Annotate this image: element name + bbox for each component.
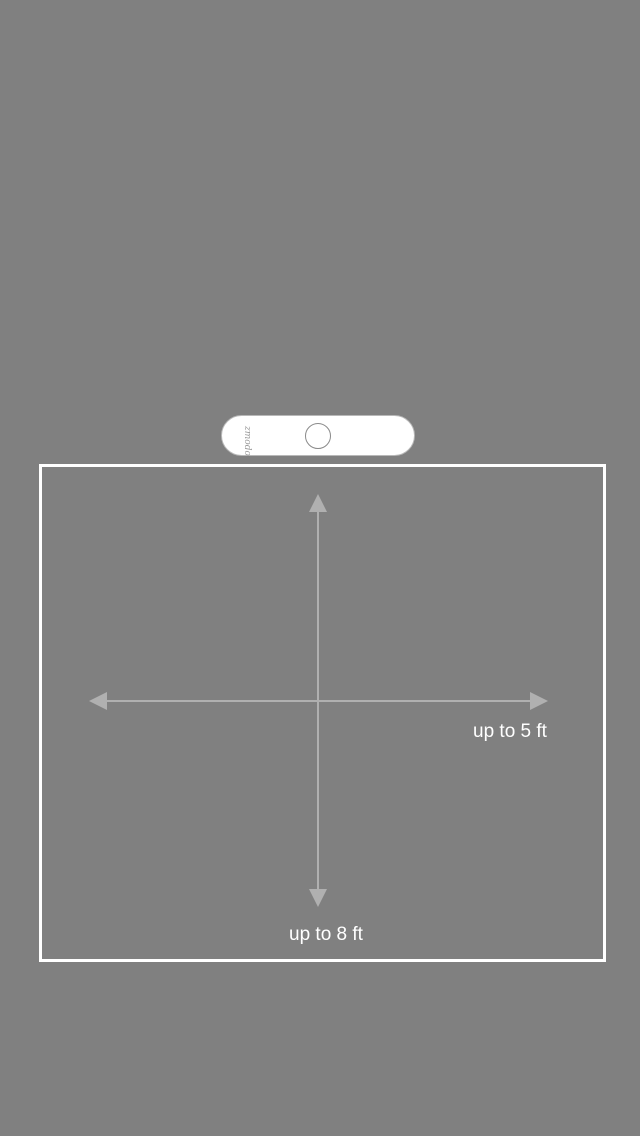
arrow-left-icon — [89, 692, 107, 710]
arrow-right-icon — [530, 692, 548, 710]
arrow-up-icon — [309, 494, 327, 512]
arrow-down-icon — [309, 889, 327, 907]
width-range-label: up to 5 ft — [473, 721, 547, 742]
range-axes — [89, 494, 548, 907]
depth-range-label: up to 8 ft — [289, 924, 363, 945]
screen: zmodo up to 5 ft up to 8 ft — [0, 0, 640, 1136]
